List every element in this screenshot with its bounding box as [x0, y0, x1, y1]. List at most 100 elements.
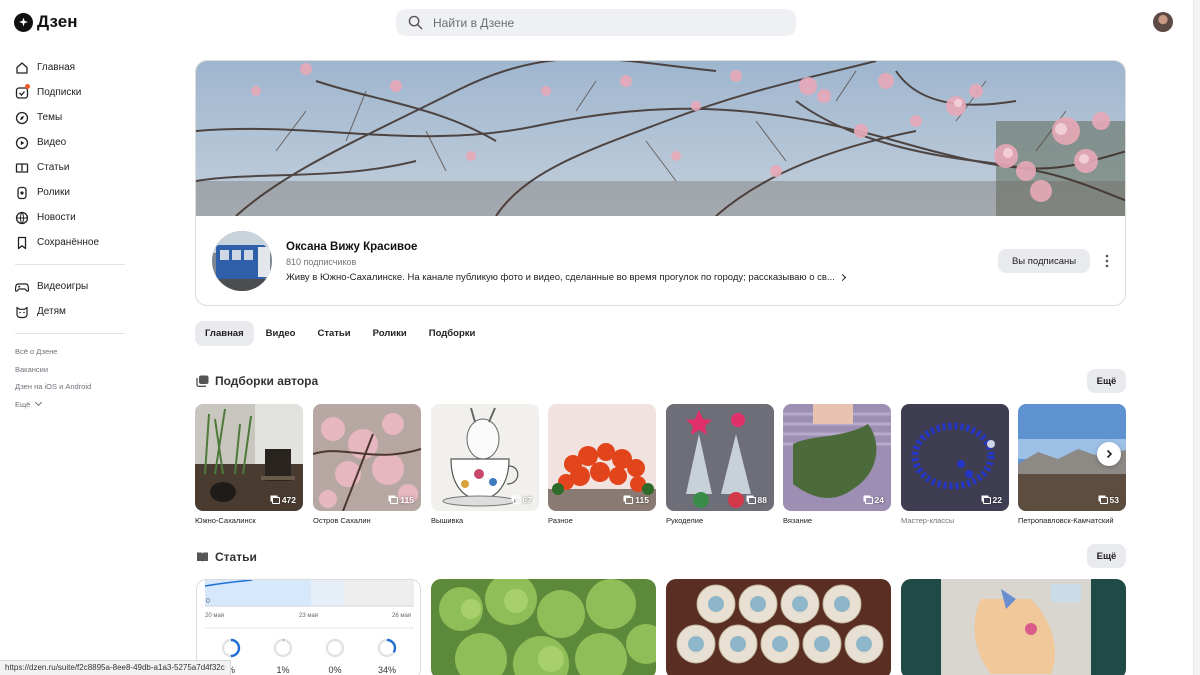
channel-description[interactable]: Живу в Южно-Сахалинске. На канале публик…	[286, 272, 847, 283]
articles-icon	[197, 552, 208, 562]
footer-link-more[interactable]: Ещё	[0, 396, 140, 414]
sidebar-item-home[interactable]: Главная	[0, 55, 140, 80]
scrollbar[interactable]	[1193, 0, 1200, 675]
chevron-right-icon	[839, 273, 847, 282]
tab-articles[interactable]: Статьи	[307, 321, 360, 346]
stack-icon	[982, 496, 991, 504]
brand-name: Дзен	[37, 12, 78, 31]
tab-main[interactable]: Главная	[195, 321, 254, 346]
collection-label: Вязание	[783, 516, 813, 525]
collection-label: Мастер-классы	[901, 516, 955, 525]
channel-avatar[interactable]	[212, 231, 272, 291]
home-icon	[16, 61, 28, 74]
tab-video[interactable]: Видео	[256, 321, 306, 346]
collection-label: Вышивка	[431, 516, 464, 525]
chevron-down-icon	[35, 398, 43, 406]
collection-count: 115	[390, 495, 414, 505]
stats-rings	[221, 638, 397, 658]
sidebar-item-news[interactable]: Новости	[0, 205, 140, 230]
sidebar-item-kids[interactable]: Детям	[0, 299, 140, 324]
collection-card[interactable]: 472 Южно-Сахалинск	[195, 404, 303, 525]
collection-card[interactable]: 67 Вышивка	[431, 404, 539, 525]
sidebar-item-videogames[interactable]: Видеоигры	[0, 274, 140, 299]
article-cover	[901, 579, 1126, 675]
channel-tabs: Главная Видео Статьи Ролики Подборки	[195, 321, 485, 346]
sidebar-item-video[interactable]: Видео	[0, 130, 140, 155]
chart-date-label: 26 мая	[392, 613, 411, 619]
footer-link-vacancies[interactable]: Вакансии	[0, 361, 140, 379]
progress-ring-track	[273, 638, 293, 658]
collection-cover: 115	[313, 404, 421, 511]
chart-date-label: 23 мая	[299, 613, 318, 619]
stack-icon	[864, 496, 873, 504]
article-card[interactable]	[431, 579, 656, 675]
channel-header-card: Оксана Вижу Красивое 810 подписчиков Жив…	[195, 60, 1126, 306]
sidebar-item-label: Новости	[37, 212, 76, 223]
stack-icon	[747, 496, 756, 504]
collections-more-button[interactable]: Ещё	[1087, 369, 1126, 393]
sidebar-item-label: Темы	[37, 112, 63, 123]
collection-cover: 88	[666, 404, 774, 511]
sidebar-item-subscriptions[interactable]: Подписки	[0, 80, 140, 105]
kids-icon	[16, 306, 28, 318]
chart-date-label: 20 мая	[205, 613, 224, 619]
search-icon	[408, 15, 423, 30]
collection-label: Разное	[548, 516, 573, 525]
footer-link-apps[interactable]: Дзен на iOS и Android	[0, 378, 140, 396]
news-icon	[15, 211, 29, 224]
user-avatar[interactable]	[1153, 12, 1173, 32]
collection-count: 53	[1099, 495, 1119, 505]
subscribed-button[interactable]: Вы подписаны	[998, 249, 1090, 273]
tab-shorts[interactable]: Ролики	[363, 321, 417, 346]
sidebar-divider	[15, 333, 125, 334]
sidebar: Главная Подписки Темы Видео Статьи Ролик…	[0, 55, 140, 413]
dzen-logo[interactable]: Дзен	[14, 12, 77, 32]
channel-name[interactable]: Оксана Вижу Красивое	[286, 241, 417, 253]
collection-card[interactable]: 88 Рукоделие	[666, 404, 774, 525]
stat-percent: 34%	[378, 665, 396, 675]
carousel-next-button[interactable]	[1097, 442, 1121, 466]
collections-title: Подборки автора	[215, 374, 319, 388]
footer-more-label: Ещё	[15, 399, 31, 409]
stack-icon	[1099, 496, 1108, 504]
sidebar-item-label: Детям	[37, 306, 66, 317]
stack-icon	[625, 496, 634, 504]
sidebar-item-shorts[interactable]: Ролики	[0, 180, 140, 205]
more-options-icon[interactable]	[1102, 253, 1112, 269]
article-card[interactable]	[901, 579, 1126, 675]
article-cover	[431, 579, 656, 675]
stack-icon	[271, 496, 280, 504]
sidebar-item-label: Видеоигры	[37, 281, 89, 292]
sidebar-item-articles[interactable]: Статьи	[0, 155, 140, 180]
articles-title: Статьи	[215, 550, 257, 564]
collection-count: 115	[625, 495, 649, 505]
sidebar-item-topics[interactable]: Темы	[0, 105, 140, 130]
collection-count: 24	[864, 495, 884, 505]
search-input[interactable]	[433, 15, 773, 30]
channel-cover-image	[196, 61, 1125, 216]
collection-cover: 472	[195, 404, 303, 511]
sidebar-item-label: Ролики	[37, 187, 70, 198]
collection-card[interactable]: 22 Мастер-классы	[901, 404, 1009, 525]
search-bar[interactable]	[396, 9, 796, 36]
collection-card[interactable]: 115 Остров Сахалин	[313, 404, 421, 525]
article-card[interactable]	[666, 579, 891, 675]
articles-more-button[interactable]: Ещё	[1087, 544, 1126, 568]
stat-percent: 1%	[276, 665, 289, 675]
collection-card[interactable]: 24 Вязание	[783, 404, 891, 525]
sidebar-item-label: Видео	[37, 137, 67, 148]
collection-label: Рукоделие	[666, 516, 704, 525]
collections-icon	[196, 375, 209, 387]
sidebar-item-label: Сохранённое	[37, 237, 100, 248]
sidebar-item-saved[interactable]: Сохранённое	[0, 230, 140, 255]
tab-collections[interactable]: Подборки	[419, 321, 486, 346]
footer-link-about[interactable]: Всё о Дзене	[0, 343, 140, 361]
collections-section-title: Подборки автора	[196, 374, 318, 388]
articles-icon	[15, 162, 29, 173]
collection-card[interactable]: 115 Разное	[548, 404, 656, 525]
collection-count: 22	[982, 495, 1002, 505]
video-icon	[15, 136, 29, 149]
chart-zero-label: 0	[206, 598, 210, 605]
collection-cover: 24	[783, 404, 891, 511]
collection-count: 88	[747, 495, 767, 505]
